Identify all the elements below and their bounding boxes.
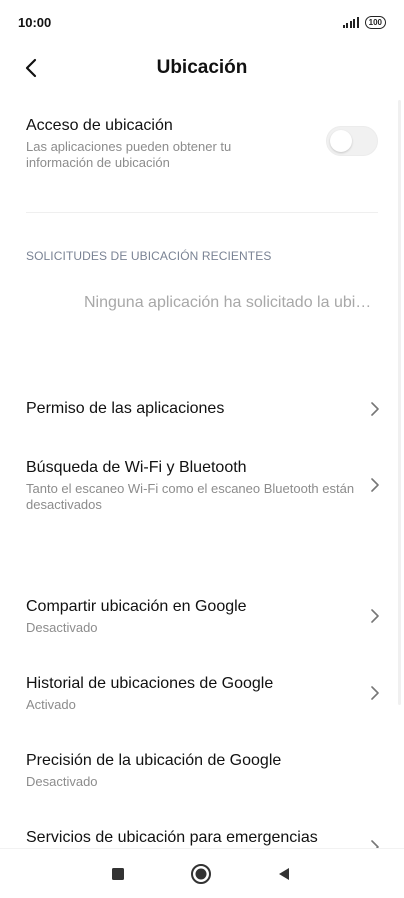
square-icon: [112, 868, 124, 880]
nav-back-button[interactable]: [271, 861, 297, 887]
chevron-right-icon: [371, 478, 379, 492]
recents-button[interactable]: [105, 861, 131, 887]
location-access-subtitle: Las aplicaciones pueden obtener tu infor…: [26, 139, 232, 170]
status-time: 10:00: [18, 15, 52, 30]
item-subtitle: Activado: [26, 697, 76, 712]
circle-icon: [191, 864, 211, 884]
page-title: Ubicación: [156, 57, 248, 78]
location-access-toggle[interactable]: [326, 126, 378, 156]
item-subtitle: Tanto el escaneo Wi-Fi como el escaneo B…: [26, 481, 355, 512]
home-button[interactable]: [188, 861, 214, 887]
share-location-google-item[interactable]: Compartir ubicación en Google Desactivad…: [26, 597, 379, 639]
location-access-row[interactable]: Acceso de ubicación Las aplicaciones pue…: [26, 116, 378, 176]
status-icons: 100: [342, 16, 386, 29]
divider: [26, 212, 378, 213]
item-title: Precisión de la ubicación de Google: [26, 752, 282, 769]
item-title: Historial de ubicaciones de Google: [26, 675, 274, 692]
app-header: Ubicación: [0, 48, 404, 88]
chevron-right-icon: [371, 402, 379, 416]
item-subtitle: Desactivado: [26, 774, 98, 789]
toggle-knob: [330, 130, 352, 152]
app-permissions-item[interactable]: Permiso de las aplicaciones: [26, 399, 379, 423]
chevron-right-icon: [371, 609, 379, 623]
scroll-indicator[interactable]: [398, 100, 401, 705]
location-access-title: Acceso de ubicación: [26, 117, 173, 134]
location-accuracy-google-item[interactable]: Precisión de la ubicación de Google Desa…: [26, 751, 378, 793]
signal-icon: [342, 17, 359, 28]
recent-requests-header: SOLICITUDES DE UBICACIÓN RECIENTES: [26, 249, 272, 263]
item-title: Servicios de ubicación para emergencias: [26, 829, 318, 846]
status-bar: 10:00 100: [0, 0, 404, 46]
chevron-right-icon: [371, 686, 379, 700]
item-title: Compartir ubicación en Google: [26, 598, 247, 615]
navigation-bar: [0, 848, 404, 898]
wifi-bluetooth-scan-item[interactable]: Búsqueda de Wi-Fi y Bluetooth Tanto el e…: [26, 458, 379, 518]
location-history-google-item[interactable]: Historial de ubicaciones de Google Activ…: [26, 674, 379, 716]
item-subtitle: Desactivado: [26, 620, 98, 635]
triangle-back-icon: [279, 868, 289, 880]
battery-icon: 100: [364, 16, 386, 29]
item-title: Búsqueda de Wi-Fi y Bluetooth: [26, 459, 247, 476]
item-title: Permiso de las aplicaciones: [26, 400, 225, 417]
recent-requests-empty: Ninguna aplicación ha solicitado la ubic…: [84, 294, 374, 311]
